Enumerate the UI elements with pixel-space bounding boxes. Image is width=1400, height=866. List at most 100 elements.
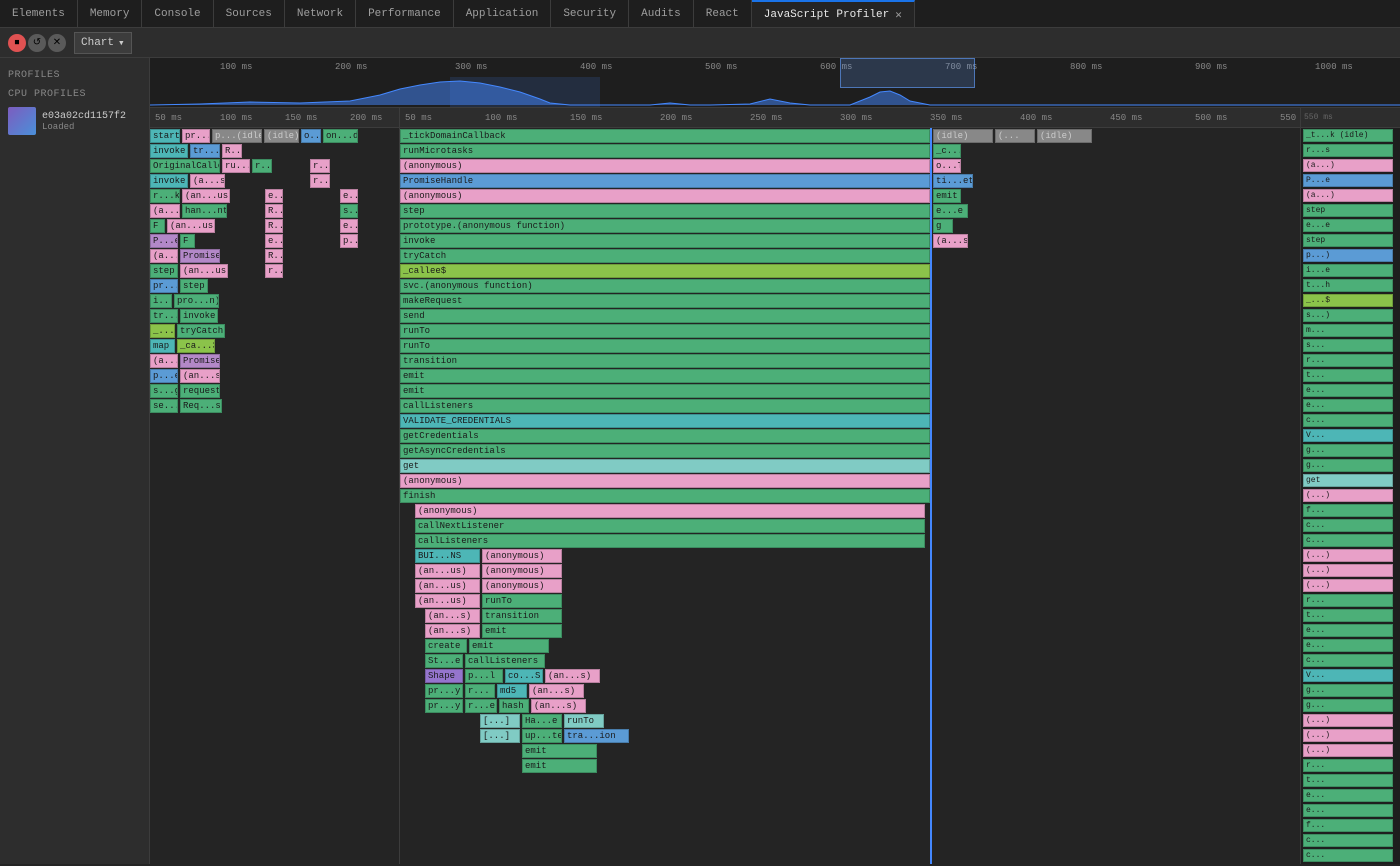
cell-ond[interactable]: on...d — [323, 129, 358, 143]
cell-md5[interactable]: md5 — [497, 684, 527, 698]
right-parens5[interactable]: (...) — [1303, 714, 1393, 727]
right-ee[interactable]: e...e — [1303, 219, 1393, 232]
cell-callee[interactable]: _callee$ — [400, 264, 930, 278]
right-a2[interactable]: (a...) — [1303, 189, 1393, 202]
cell-e2[interactable]: e... — [340, 189, 358, 203]
right-v[interactable]: V... — [1303, 429, 1393, 442]
right-m[interactable]: m... — [1303, 324, 1393, 337]
cell-emit1[interactable]: emit — [933, 189, 961, 203]
chart-dropdown[interactable]: Chart ▾ — [74, 32, 132, 54]
cell-anon3[interactable]: (anonymous) — [400, 474, 930, 488]
tab-performance[interactable]: Performance — [356, 0, 454, 27]
stop-recording-button[interactable]: ⏹ — [8, 34, 26, 52]
right-s[interactable]: s...) — [1303, 309, 1393, 322]
cell-send[interactable]: send — [400, 309, 930, 323]
cell-ans[interactable]: (an...s) — [180, 369, 220, 383]
cell-s1[interactable]: s... — [340, 204, 358, 218]
cell-promise2[interactable]: Promise — [180, 354, 220, 368]
cell-emit2[interactable]: emit — [400, 369, 930, 383]
right-g2[interactable]: g... — [1303, 459, 1393, 472]
cell-p1[interactable]: p... — [340, 234, 358, 248]
cell-ans5[interactable]: (an...s) — [529, 684, 584, 698]
clear-button[interactable]: ✕ — [48, 34, 66, 52]
close-tab-icon[interactable]: ✕ — [895, 8, 902, 22]
cell-step2[interactable]: step — [180, 279, 208, 293]
cell-upte[interactable]: up...te — [522, 729, 562, 743]
cell-r9[interactable]: r... — [465, 684, 495, 698]
cell-hae[interactable]: Ha...e — [522, 714, 562, 728]
right-g4[interactable]: g... — [1303, 699, 1393, 712]
cell-runto2[interactable]: runTo — [400, 339, 930, 353]
cell-prd[interactable]: pr...) — [150, 279, 178, 293]
tab-elements[interactable]: Elements — [0, 0, 78, 27]
right-c2[interactable]: c... — [1303, 519, 1393, 532]
cell-bracket1[interactable]: [...] — [480, 714, 520, 728]
cell-calllisteners2[interactable]: callListeners — [415, 534, 925, 548]
cell-emit5[interactable]: emit — [469, 639, 549, 653]
cell-invoke[interactable]: invoke — [150, 144, 188, 158]
right-c1[interactable]: c... — [1303, 414, 1393, 427]
timeline-overview[interactable]: 100 ms 200 ms 300 ms 400 ms 500 ms 600 m… — [150, 58, 1400, 108]
cell-f[interactable]: F — [150, 219, 165, 233]
cell-traion[interactable]: tra...ion — [564, 729, 629, 743]
cell-map[interactable]: map — [150, 339, 175, 353]
cell-sg[interactable]: s...g — [150, 384, 178, 398]
cell-o[interactable]: o... — [301, 129, 321, 143]
cell-step[interactable]: step — [150, 264, 178, 278]
cell-dollar[interactable]: _...$ — [150, 324, 175, 338]
cell-anus3[interactable]: (an...us) — [180, 264, 228, 278]
cell-tiet[interactable]: ti...et — [933, 174, 973, 188]
cell-r3[interactable]: r... — [310, 159, 330, 173]
cell-r4[interactable]: r... — [310, 174, 330, 188]
cell-callnext[interactable]: callNextListener — [415, 519, 925, 533]
cell-idle2-r[interactable]: (idle) — [1037, 129, 1092, 143]
cell-invoke3[interactable]: invoke — [180, 309, 218, 323]
right-pe[interactable]: P...e — [1303, 174, 1393, 187]
right-dollar[interactable]: _...$ — [1303, 294, 1393, 307]
right-get[interactable]: get — [1303, 474, 1393, 487]
right-ie[interactable]: i...e — [1303, 264, 1393, 277]
tab-javascript-profiler[interactable]: JavaScript Profiler ✕ — [752, 0, 915, 27]
right-e4[interactable]: e... — [1303, 639, 1393, 652]
cell-getasync[interactable]: getAsyncCredentials — [400, 444, 930, 458]
right-t3[interactable]: t... — [1303, 774, 1393, 787]
cell-anon2[interactable]: (anonymous) — [400, 189, 930, 203]
cell-start[interactable]: start — [150, 129, 180, 143]
cell-runto4[interactable]: runTo — [564, 714, 604, 728]
cell-runto3[interactable]: runTo — [482, 594, 562, 608]
cell-validate[interactable]: VALIDATE_CREDENTIALS — [400, 414, 930, 428]
cell-idle[interactable]: p...(idle) — [212, 129, 262, 143]
cell-r7[interactable]: R... — [265, 249, 283, 263]
cell-anus5[interactable]: (an...us) — [415, 579, 480, 593]
cell-pry2[interactable]: pr...y — [425, 699, 463, 713]
right-p[interactable]: p...) — [1303, 249, 1393, 262]
cell-originalcaller[interactable]: OriginalCaller — [150, 159, 220, 173]
right-parens7[interactable]: (...) — [1303, 744, 1393, 757]
cell-get[interactable]: get — [400, 459, 930, 473]
cell-r8[interactable]: r... — [265, 264, 283, 278]
cell-transition1[interactable]: transition — [400, 354, 930, 368]
sidebar-item-profile[interactable]: e03a02cd1157f2 Loaded — [0, 104, 149, 138]
cell-ee[interactable]: e...e — [933, 204, 968, 218]
tab-network[interactable]: Network — [285, 0, 356, 27]
cell-runto1[interactable]: runTo — [400, 324, 930, 338]
cell-r5[interactable]: R... — [265, 204, 283, 218]
center-flame-panel[interactable]: 50 ms 100 ms 150 ms 200 ms 250 ms 300 ms… — [400, 108, 1300, 864]
tab-memory[interactable]: Memory — [78, 0, 143, 27]
cell-r6[interactable]: R... — [265, 219, 283, 233]
cell-oT[interactable]: o...T — [933, 159, 961, 173]
cell-emit7[interactable]: emit — [522, 759, 597, 773]
right-e3[interactable]: e... — [1303, 624, 1393, 637]
cell-trycatch[interactable]: tryCatch — [177, 324, 225, 338]
cell-anus2[interactable]: (an...us) — [167, 219, 215, 233]
cell-emit3[interactable]: emit — [400, 384, 930, 398]
reload-button[interactable]: ↺ — [28, 34, 46, 52]
cell-ans4[interactable]: (an...s) — [545, 669, 600, 683]
cell-bracket2[interactable]: [...] — [480, 729, 520, 743]
tab-sources[interactable]: Sources — [214, 0, 285, 27]
cell-ck[interactable]: _c...k — [933, 144, 961, 158]
right-c5[interactable]: c... — [1303, 834, 1393, 847]
cell-trte[interactable]: tr...te — [190, 144, 220, 158]
cell-e1[interactable]: e... — [265, 189, 283, 203]
right-v2[interactable]: V... — [1303, 669, 1393, 682]
